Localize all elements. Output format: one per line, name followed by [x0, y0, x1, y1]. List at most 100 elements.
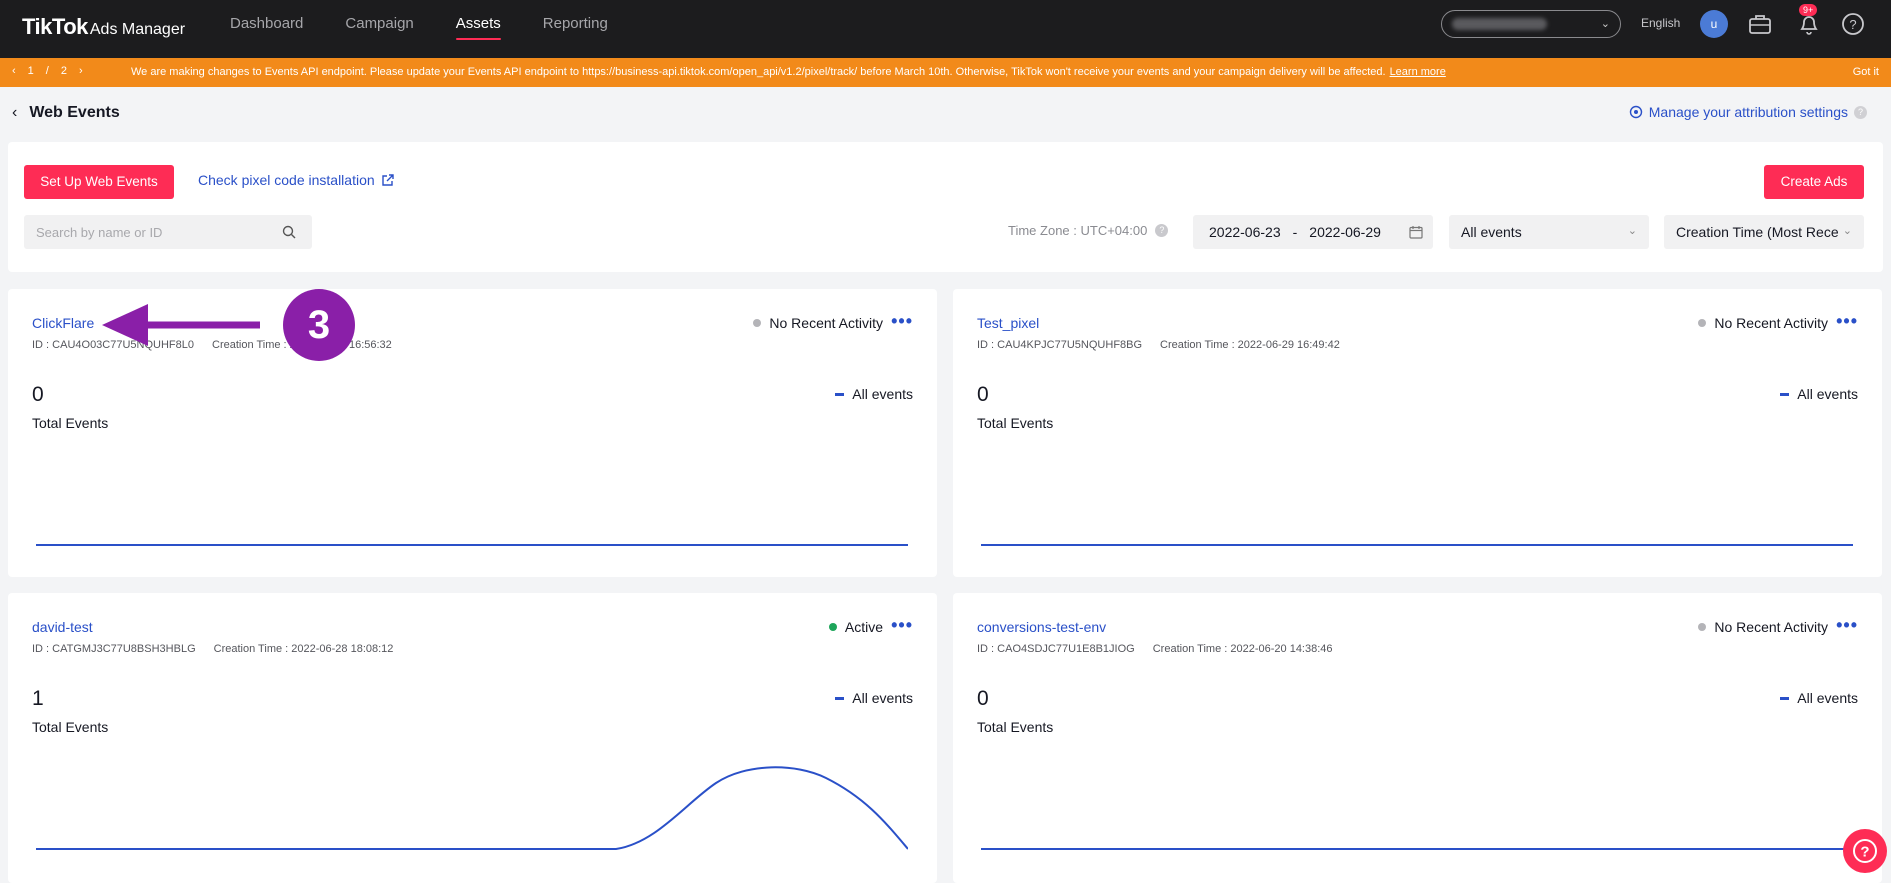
- account-name-redacted: [1452, 18, 1547, 30]
- total-events-count: 0: [32, 383, 44, 406]
- main-nav: Dashboard Campaign Assets Reporting: [230, 0, 650, 58]
- sort-select[interactable]: Creation Time (Most Rece ⌄: [1664, 215, 1864, 249]
- legend-swatch: [1780, 392, 1790, 396]
- legend-label: All events: [852, 690, 913, 706]
- legend-label: All events: [852, 386, 913, 402]
- help-icon: ?: [1853, 839, 1877, 863]
- floating-help-button[interactable]: ?: [1843, 829, 1887, 873]
- learn-more-link[interactable]: Learn more: [1390, 66, 1446, 78]
- create-ads-button[interactable]: Create Ads: [1764, 165, 1864, 199]
- pixel-id: ID : CAO4SDJC77U1E8B1JIOG: [977, 643, 1135, 655]
- chart-legend: All events: [835, 690, 913, 706]
- chart-legend: All events: [1780, 690, 1858, 706]
- tiktok-ads-manager-logo[interactable]: TikTok Ads Manager: [22, 14, 185, 40]
- pixel-meta: ID : CAU4KPJC77U5NQUHF8BG Creation Time :…: [977, 339, 1340, 351]
- banner-pager: ‹ 1 / 2 ›: [12, 65, 83, 77]
- external-link-icon: [381, 173, 394, 186]
- pixel-meta: ID : CAO4SDJC77U1E8B1JIOG Creation Time :…: [977, 643, 1333, 655]
- banner-page-total: 2: [60, 65, 67, 77]
- nav-reporting[interactable]: Reporting: [543, 0, 608, 58]
- total-events-count: 0: [977, 383, 989, 406]
- help-icon[interactable]: ?: [1840, 11, 1866, 37]
- pixel-id: ID : CAU4KPJC77U5NQUHF8BG: [977, 339, 1143, 351]
- more-options-icon[interactable]: •••: [1836, 615, 1858, 636]
- chevron-down-icon: ⌄: [1627, 225, 1637, 237]
- annotation-step-number: 3: [283, 289, 355, 361]
- total-events-count: 1: [32, 687, 44, 710]
- pixel-status: No Recent Activity: [1698, 619, 1828, 635]
- nav-campaign[interactable]: Campaign: [345, 0, 413, 58]
- nav-assets[interactable]: Assets: [455, 0, 501, 58]
- page-title: Web Events: [29, 104, 120, 121]
- got-it-button[interactable]: Got it: [1853, 66, 1879, 78]
- pixel-name-link[interactable]: conversions-test-env: [977, 619, 1106, 635]
- pixel-name-link[interactable]: ClickFlare: [32, 315, 94, 331]
- total-events-label: Total Events: [32, 719, 109, 735]
- help-icon[interactable]: ?: [1854, 105, 1867, 119]
- status-label: No Recent Activity: [1714, 315, 1828, 331]
- timezone-label: Time Zone : UTC+04:00: [1008, 223, 1148, 238]
- briefcase-icon[interactable]: [1747, 11, 1773, 37]
- attribution-settings-link[interactable]: Manage your attribution settings ?: [1629, 104, 1867, 120]
- announcement-banner: ‹ 1 / 2 › We are making changes to Event…: [0, 58, 1891, 87]
- back-arrow-icon[interactable]: ‹: [12, 104, 17, 122]
- status-dot: [828, 623, 837, 631]
- events-line-chart: [981, 848, 1853, 850]
- toolbar-card: Set Up Web Events Check pixel code insta…: [8, 142, 1883, 272]
- chevron-left-icon[interactable]: ‹: [12, 65, 16, 77]
- timezone-info: Time Zone : UTC+04:00 ?: [1008, 223, 1169, 238]
- calendar-icon: [1409, 226, 1423, 239]
- legend-label: All events: [1797, 386, 1858, 402]
- notification-badge: 9+: [1799, 4, 1818, 16]
- more-options-icon[interactable]: •••: [891, 615, 913, 636]
- date-end: 2022-06-29: [1309, 224, 1381, 240]
- legend-swatch: [835, 696, 845, 700]
- status-dot: [1698, 319, 1707, 327]
- page-header: ‹ Web Events: [12, 104, 120, 122]
- pixel-status: No Recent Activity: [753, 315, 883, 331]
- status-label: Active: [844, 619, 883, 635]
- account-selector[interactable]: ⌄: [1441, 10, 1621, 38]
- banner-message: We are making changes to Events API endp…: [131, 66, 1446, 78]
- pixel-creation-time: Creation Time : 2022-06-20 14:38:46: [1152, 643, 1333, 655]
- chart-legend: All events: [835, 386, 913, 402]
- event-filter-select[interactable]: All events ⌄: [1449, 215, 1649, 249]
- pixel-name-link[interactable]: david-test: [32, 619, 93, 635]
- date-range-picker[interactable]: 2022-06-23 - 2022-06-29: [1193, 215, 1433, 249]
- pixel-card: Test_pixel ID : CAU4KPJC77U5NQUHF8BG Crea…: [953, 289, 1882, 577]
- user-avatar[interactable]: u: [1700, 10, 1728, 38]
- settings-target-icon: [1629, 105, 1642, 119]
- set-up-web-events-button[interactable]: Set Up Web Events: [24, 165, 174, 199]
- events-line-chart: [981, 544, 1853, 546]
- status-dot: [753, 319, 762, 327]
- total-events-label: Total Events: [977, 415, 1054, 431]
- search-input[interactable]: [24, 215, 312, 249]
- pixel-card: david-test ID : CATGMJ3C77U8BSH3HBLG Crea…: [8, 593, 937, 883]
- product-name: Ads Manager: [89, 21, 186, 38]
- banner-text: We are making changes to Events API endp…: [131, 66, 1386, 78]
- language-selector[interactable]: English: [1641, 16, 1680, 30]
- pixel-id: ID : CATGMJ3C77U8BSH3HBLG: [32, 643, 196, 655]
- banner-page-separator: /: [45, 65, 49, 77]
- svg-text:?: ?: [1849, 17, 1856, 32]
- events-series-line: [36, 766, 908, 850]
- pixel-status: No Recent Activity: [1698, 315, 1828, 331]
- chevron-down-icon: ⌄: [1600, 18, 1610, 30]
- search-icon[interactable]: [282, 225, 296, 239]
- status-label: No Recent Activity: [1714, 619, 1828, 635]
- more-options-icon[interactable]: •••: [1836, 311, 1858, 332]
- check-pixel-installation-link[interactable]: Check pixel code installation: [198, 172, 394, 188]
- top-navigation-bar: TikTok Ads Manager Dashboard Campaign As…: [0, 0, 1891, 58]
- total-events-label: Total Events: [32, 415, 109, 431]
- svg-text:?: ?: [1860, 844, 1869, 861]
- chart-legend: All events: [1780, 386, 1858, 402]
- nav-dashboard[interactable]: Dashboard: [230, 0, 303, 58]
- legend-swatch: [835, 392, 845, 396]
- brand-name: TikTok: [22, 14, 88, 39]
- chevron-right-icon[interactable]: ›: [79, 65, 83, 77]
- pixel-status: Active: [828, 619, 883, 635]
- more-options-icon[interactable]: •••: [891, 311, 913, 332]
- chevron-down-icon: ⌄: [1838, 224, 1852, 237]
- pixel-name-link[interactable]: Test_pixel: [977, 315, 1039, 331]
- help-icon[interactable]: ?: [1155, 224, 1169, 237]
